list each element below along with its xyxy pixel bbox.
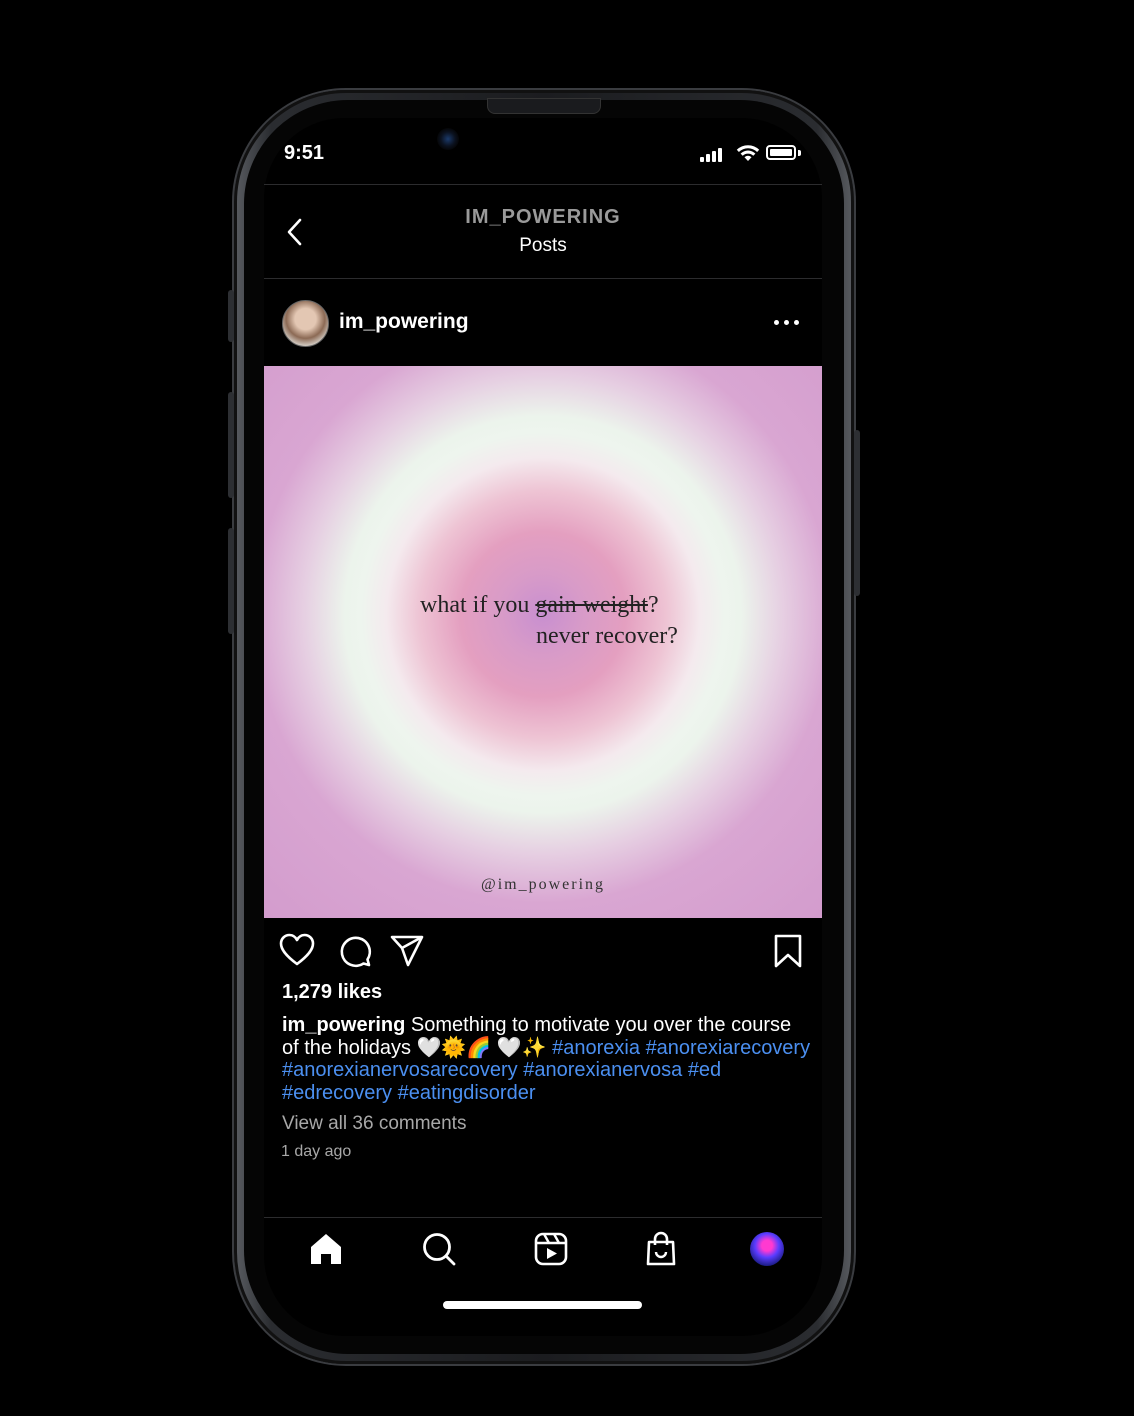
quote-struck-text: gain weight bbox=[535, 592, 648, 618]
avatar[interactable] bbox=[282, 300, 329, 347]
status-icons bbox=[700, 144, 804, 164]
send-icon[interactable] bbox=[389, 934, 425, 968]
battery-tip bbox=[798, 150, 801, 156]
likes-count[interactable]: 1,279 likes bbox=[282, 981, 382, 1004]
volume-up-button bbox=[228, 392, 234, 498]
bookmark-icon[interactable] bbox=[772, 933, 804, 969]
home-icon[interactable] bbox=[309, 1232, 343, 1266]
caption-username[interactable]: im_powering bbox=[282, 1014, 405, 1036]
shop-icon[interactable] bbox=[645, 1231, 677, 1267]
hashtag[interactable]: #anorexianervosa bbox=[523, 1059, 682, 1081]
quote-prefix: what if you bbox=[420, 592, 536, 618]
page-title: IM_POWERING bbox=[465, 206, 621, 228]
hashtag[interactable]: #anorexiarecovery bbox=[646, 1037, 811, 1059]
power-button bbox=[854, 430, 860, 596]
post-username[interactable]: im_powering bbox=[339, 310, 469, 334]
post-image-watermark: @im_powering bbox=[480, 876, 606, 893]
search-icon[interactable] bbox=[421, 1231, 457, 1267]
page-subtitle: Posts bbox=[519, 235, 567, 256]
wifi-icon bbox=[736, 145, 760, 161]
home-indicator[interactable] bbox=[443, 1301, 642, 1309]
hashtag[interactable]: #anorexia bbox=[552, 1037, 640, 1059]
post-image-text-line1: what if you gain weight? bbox=[420, 592, 659, 619]
quote-suffix: ? bbox=[647, 592, 659, 618]
profile-avatar[interactable] bbox=[750, 1232, 784, 1266]
hashtag[interactable]: #ed bbox=[688, 1059, 721, 1081]
status-divider bbox=[264, 184, 822, 185]
comment-icon[interactable] bbox=[338, 934, 372, 968]
heart-icon[interactable] bbox=[279, 933, 315, 967]
view-comments-link[interactable]: View all 36 comments bbox=[282, 1113, 466, 1135]
hashtag[interactable]: #anorexianervosarecovery bbox=[282, 1059, 518, 1081]
speaker-grille bbox=[487, 98, 601, 114]
post-image-text-line2: never recover? bbox=[536, 623, 678, 649]
post-caption: im_powering Something to motivate you ov… bbox=[282, 1014, 812, 1104]
more-horizontal-icon[interactable] bbox=[774, 320, 800, 328]
status-time: 9:51 bbox=[284, 142, 325, 164]
front-camera bbox=[437, 128, 459, 150]
silent-switch bbox=[228, 290, 234, 342]
hashtag[interactable]: #eatingdisorder bbox=[398, 1082, 536, 1104]
hashtag[interactable]: #edrecovery bbox=[282, 1082, 392, 1104]
reels-icon[interactable] bbox=[534, 1232, 568, 1266]
post-timestamp: 1 day ago bbox=[281, 1143, 352, 1160]
battery-icon bbox=[766, 145, 796, 160]
tabbar-divider bbox=[264, 1217, 822, 1218]
header-divider bbox=[264, 278, 822, 279]
volume-down-button bbox=[228, 528, 234, 634]
